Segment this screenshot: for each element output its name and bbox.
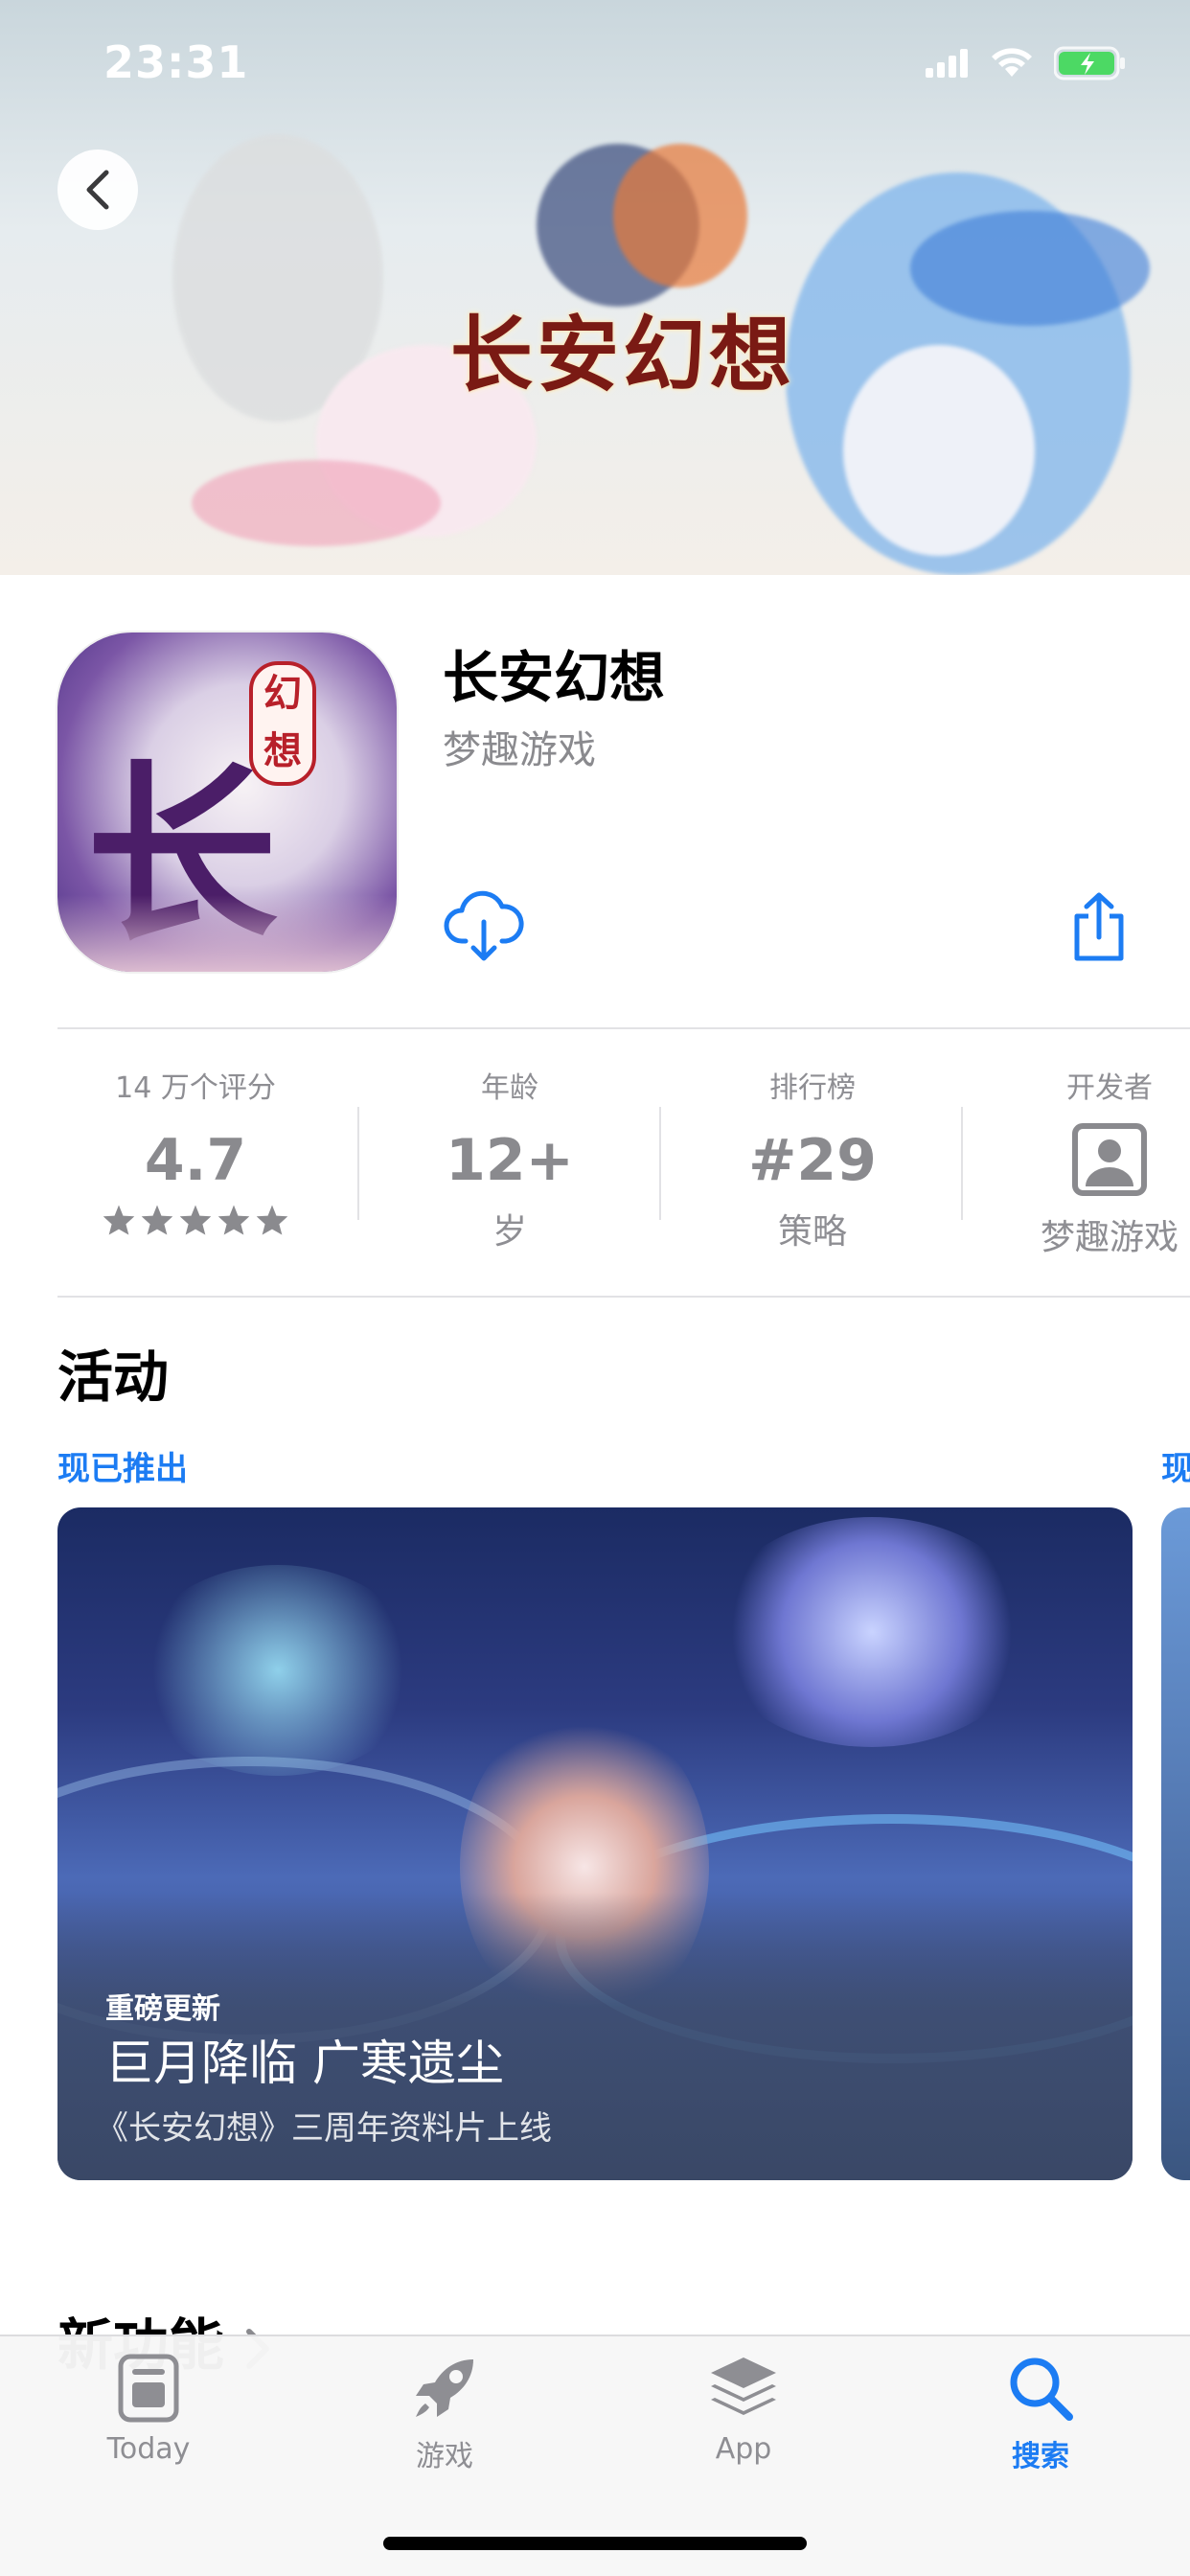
banner-logo: 长安幻想 xyxy=(450,307,795,403)
age-label: 年龄 xyxy=(481,1071,538,1105)
event-title: 巨月降临 广寒遗尘 xyxy=(105,2036,504,2091)
cellular-signal-icon xyxy=(926,49,968,78)
status-time: 23:31 xyxy=(103,36,249,88)
event-status-next: 现 xyxy=(1161,1450,1190,1488)
layers-icon xyxy=(711,2358,776,2415)
back-button[interactable] xyxy=(57,150,138,230)
wifi-icon xyxy=(992,48,1032,77)
divider xyxy=(57,1296,1190,1298)
battery-charging-icon xyxy=(1054,46,1125,80)
app-title: 长安幻想 xyxy=(443,645,666,710)
app-icon: 长安 幻想 xyxy=(57,632,397,972)
tab-today[interactable]: Today xyxy=(53,2354,244,2466)
chart-rank: #29 xyxy=(748,1127,877,1194)
cloud-download-icon xyxy=(444,890,524,961)
event-card-next[interactable] xyxy=(1161,1507,1190,2180)
event-subtitle: 《长安幻想》三周年资料片上线 xyxy=(96,2109,552,2148)
chevron-left-icon xyxy=(86,170,109,210)
developer-info[interactable]: 开发者 梦趣游戏 xyxy=(962,1064,1190,1259)
developer-avatar xyxy=(962,1123,1190,1198)
share-button[interactable] xyxy=(1067,891,1131,964)
tab-label: Today xyxy=(106,2432,191,2466)
ratings-value: 4.7 xyxy=(144,1127,247,1194)
tab-label: 搜索 xyxy=(1012,2440,1069,2473)
ratings-label: 14 万个评分 xyxy=(115,1071,276,1105)
download-button[interactable] xyxy=(443,884,525,966)
chart-category: 策略 xyxy=(777,1212,847,1252)
star-icon xyxy=(141,1205,173,1235)
tab-label: App xyxy=(715,2432,772,2466)
star-icon xyxy=(103,1205,135,1235)
tab-label: 游戏 xyxy=(416,2440,473,2473)
tab-search[interactable]: 搜索 xyxy=(945,2354,1136,2474)
divider xyxy=(57,1027,1190,1029)
status-icons xyxy=(926,46,1127,80)
card-illustration-moon xyxy=(709,1517,1035,1747)
star-icon xyxy=(256,1205,288,1235)
app-developer[interactable]: 梦趣游戏 xyxy=(443,719,596,774)
chart-label: 排行榜 xyxy=(769,1071,856,1105)
rocket-icon xyxy=(416,2359,473,2417)
event-card[interactable]: 重磅更新 巨月降临 广寒遗尘 《长安幻想》三周年资料片上线 xyxy=(57,1507,1133,2180)
search-icon xyxy=(1010,2358,1073,2421)
share-icon xyxy=(1074,892,1124,961)
age-value: 12+ xyxy=(446,1127,574,1194)
age-unit: 岁 xyxy=(492,1212,527,1252)
events-title: 活动 xyxy=(57,1345,170,1410)
ratings-info[interactable]: 14 万个评分 4.7 xyxy=(44,1064,347,1236)
developer-label: 开发者 xyxy=(1066,1071,1153,1105)
event-status: 现已推出 xyxy=(57,1450,188,1488)
tab-apps[interactable]: App xyxy=(648,2354,839,2466)
home-indicator xyxy=(383,2537,807,2550)
tab-games[interactable]: 游戏 xyxy=(349,2354,540,2474)
person-icon xyxy=(1072,1123,1147,1196)
star-icon xyxy=(179,1205,212,1235)
today-icon xyxy=(118,2354,179,2423)
event-kicker: 重磅更新 xyxy=(105,1992,220,2026)
header-banner: 长安幻想 23:31 xyxy=(0,0,1190,575)
chart-info[interactable]: 排行榜 #29 策略 xyxy=(661,1064,964,1254)
age-info[interactable]: 年龄 12+ 岁 xyxy=(358,1064,661,1254)
star-icon xyxy=(217,1205,250,1235)
developer-name: 梦趣游戏 xyxy=(1040,1218,1179,1257)
app-icon-seal: 幻想 xyxy=(249,661,316,786)
rating-stars xyxy=(44,1204,347,1236)
